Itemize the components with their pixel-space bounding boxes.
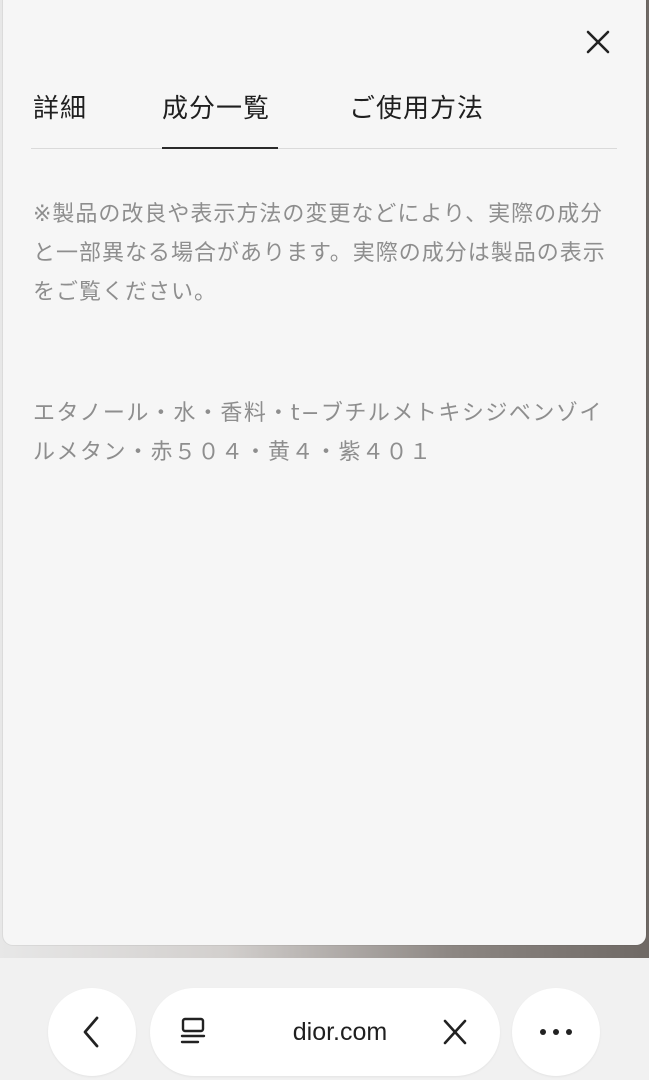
clear-url-icon[interactable] (435, 1012, 475, 1052)
address-bar[interactable]: dior.com (150, 988, 500, 1076)
more-dots-icon (540, 1029, 572, 1035)
tab-details[interactable]: 詳細 (33, 86, 87, 148)
browser-toolbar: dior.com (0, 958, 649, 1080)
disclaimer-text: ※製品の改良や表示方法の変更などにより、実際の成分と一部異なる場合があります。実… (33, 202, 606, 305)
close-panel-button[interactable] (577, 22, 617, 62)
ingredient-list: エタノール・水・香料・t−ブチルメトキシジベンゾイルメタン・赤５０４・黄４・紫４… (33, 401, 603, 465)
tab-ingredients[interactable]: 成分一覧 (162, 86, 278, 149)
more-menu-button[interactable] (512, 988, 600, 1076)
close-icon (586, 30, 610, 54)
url-text[interactable]: dior.com (240, 988, 440, 1076)
tab-bar: 詳細 成分一覧 ご使用方法 (31, 86, 617, 149)
tab-usage[interactable]: ご使用方法 (349, 86, 484, 148)
tab-list-icon[interactable] (174, 1012, 214, 1052)
back-button[interactable] (48, 988, 136, 1076)
chevron-left-icon (83, 1016, 99, 1048)
ingredients-panel: 詳細 成分一覧 ご使用方法 ※製品の改良や表示方法の変更などにより、実際の成分と… (3, 0, 646, 945)
